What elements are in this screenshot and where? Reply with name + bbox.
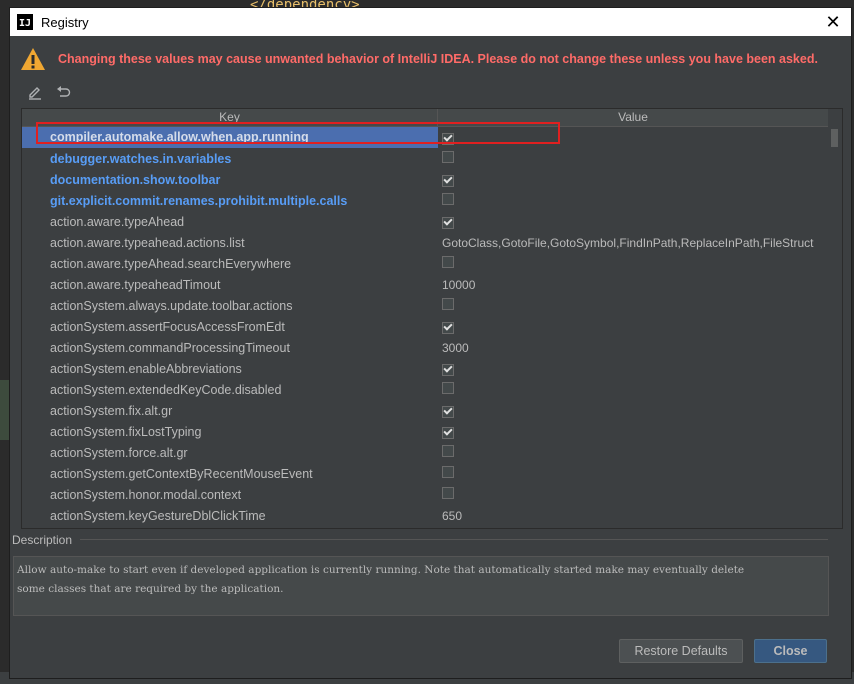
registry-key: git.explicit.commit.renames.prohibit.mul… xyxy=(50,193,348,208)
value-cell[interactable] xyxy=(442,214,828,229)
description-line: Allow auto-make to start even if develop… xyxy=(17,564,745,576)
registry-key: actionSystem.force.alt.gr xyxy=(50,445,188,460)
checkbox-unchecked[interactable] xyxy=(442,487,454,499)
registry-key: actionSystem.assertFocusAccessFromEdt xyxy=(50,319,285,334)
table-row[interactable]: actionSystem.extendedKeyCode.disabled xyxy=(22,379,828,400)
table-row[interactable]: action.aware.typeAhead xyxy=(22,211,828,232)
registry-key: actionSystem.keyGestureDblClickTime xyxy=(50,508,266,523)
scrollbar-thumb[interactable] xyxy=(831,129,838,147)
value-cell[interactable] xyxy=(442,151,828,166)
table-row[interactable]: debugger.watches.in.variables xyxy=(22,148,828,169)
table-row[interactable]: actionSystem.getContextByRecentMouseEven… xyxy=(22,463,828,484)
checkbox-unchecked[interactable] xyxy=(442,256,454,268)
table-row[interactable]: actionSystem.assertFocusAccessFromEdt xyxy=(22,316,828,337)
vertical-scrollbar[interactable] xyxy=(829,127,840,526)
value-cell[interactable] xyxy=(442,193,828,208)
title-bar[interactable]: IJ Registry ✕ xyxy=(10,8,851,36)
table-row[interactable]: actionSystem.keyGestureDblClickTime 650 xyxy=(22,505,828,526)
registry-key: actionSystem.fix.alt.gr xyxy=(50,403,173,418)
warning-icon xyxy=(21,48,45,70)
revert-button[interactable] xyxy=(54,83,72,101)
registry-key: action.aware.typeaheadTimout xyxy=(50,277,221,292)
registry-key: action.aware.typeAhead.searchEverywhere xyxy=(50,256,292,271)
pencil-icon xyxy=(29,87,41,100)
table-row[interactable]: action.aware.typeaheadTimout 10000 xyxy=(22,274,828,295)
toolbar xyxy=(26,82,72,102)
restore-defaults-button[interactable]: Restore Defaults xyxy=(619,639,743,663)
table-row[interactable]: action.aware.typeAhead.searchEverywhere xyxy=(22,253,828,274)
registry-key: actionSystem.commandProcessingTimeout xyxy=(50,340,290,355)
description-text-area[interactable]: Allow auto-make to start even if develop… xyxy=(13,556,829,616)
close-button[interactable]: Close xyxy=(754,639,827,663)
table-row[interactable]: actionSystem.fix.alt.gr xyxy=(22,400,828,421)
warning-text: Changing these values may cause unwanted… xyxy=(58,52,818,66)
window-title: Registry xyxy=(41,14,89,30)
table-row[interactable]: action.aware.typeahead.actions.list GotoC… xyxy=(22,232,828,253)
description-label: Description xyxy=(12,533,73,547)
registry-key: debugger.watches.in.variables xyxy=(50,151,232,166)
checkbox-unchecked[interactable] xyxy=(442,445,454,457)
table-row[interactable]: git.explicit.commit.renames.prohibit.mul… xyxy=(22,190,828,211)
value-text[interactable]: 3000 xyxy=(442,341,828,355)
table-row[interactable]: actionSystem.honor.modal.context xyxy=(22,484,828,505)
checkbox-unchecked[interactable] xyxy=(442,298,454,310)
registry-key: action.aware.typeahead.actions.list xyxy=(50,235,245,250)
checkbox-checked[interactable] xyxy=(442,321,454,334)
table-row[interactable]: actionSystem.fixLostTyping xyxy=(22,421,828,442)
table-row[interactable]: actionSystem.force.alt.gr xyxy=(22,442,828,463)
value-cell[interactable] xyxy=(442,256,828,271)
value-text[interactable]: 650 xyxy=(442,509,828,523)
value-cell[interactable] xyxy=(442,487,828,502)
registry-key: documentation.show.toolbar xyxy=(50,172,221,187)
table-body: compiler.automake.allow.when.app.running… xyxy=(22,127,828,526)
checkbox-checked[interactable] xyxy=(442,405,454,418)
checkbox-unchecked[interactable] xyxy=(442,151,454,163)
value-cell[interactable] xyxy=(442,466,828,481)
checkbox-checked[interactable] xyxy=(442,426,454,439)
registry-key: actionSystem.fixLostTyping xyxy=(50,424,202,439)
table-row[interactable]: actionSystem.always.update.toolbar.actio… xyxy=(22,295,828,316)
checkbox-checked[interactable] xyxy=(442,174,454,187)
intellij-logo-icon: IJ xyxy=(17,14,33,30)
checkbox-checked[interactable] xyxy=(442,216,454,229)
value-text[interactable]: GotoClass,GotoFile,GotoSymbol,FindInPath… xyxy=(442,236,828,250)
registry-key: action.aware.typeAhead xyxy=(50,214,185,229)
value-cell[interactable] xyxy=(442,319,828,334)
background-gutter-mark xyxy=(0,380,9,440)
edit-button[interactable] xyxy=(26,83,44,101)
value-text[interactable]: 10000 xyxy=(442,278,828,292)
checkbox-unchecked[interactable] xyxy=(442,382,454,394)
value-cell[interactable] xyxy=(442,424,828,439)
checkbox-checked[interactable] xyxy=(442,363,454,376)
value-cell[interactable] xyxy=(442,445,828,460)
description-divider xyxy=(80,539,828,540)
undo-icon xyxy=(57,86,71,97)
registry-key: actionSystem.enableAbbreviations xyxy=(50,361,242,376)
registry-key: actionSystem.always.update.toolbar.actio… xyxy=(50,298,293,313)
annotation-highlight-box xyxy=(36,122,560,144)
checkbox-unchecked[interactable] xyxy=(442,193,454,205)
description-line: some classes that are required by the ap… xyxy=(17,583,284,595)
close-icon[interactable]: ✕ xyxy=(823,12,843,32)
value-cell[interactable] xyxy=(442,403,828,418)
registry-key: actionSystem.getContextByRecentMouseEven… xyxy=(50,466,313,481)
table-row[interactable]: actionSystem.commandProcessingTimeout 300… xyxy=(22,337,828,358)
value-cell[interactable] xyxy=(442,361,828,376)
table-row[interactable]: documentation.show.toolbar xyxy=(22,169,828,190)
warning-banner: Changing these values may cause unwanted… xyxy=(20,46,818,72)
value-cell[interactable] xyxy=(442,382,828,397)
registry-table: Key Value compiler.automake.allow.when.a… xyxy=(21,108,843,529)
registry-key: actionSystem.honor.modal.context xyxy=(50,487,242,502)
value-cell[interactable] xyxy=(442,172,828,187)
value-cell[interactable] xyxy=(442,298,828,313)
checkbox-unchecked[interactable] xyxy=(442,466,454,478)
table-row[interactable]: actionSystem.enableAbbreviations xyxy=(22,358,828,379)
registry-key: actionSystem.extendedKeyCode.disabled xyxy=(50,382,282,397)
